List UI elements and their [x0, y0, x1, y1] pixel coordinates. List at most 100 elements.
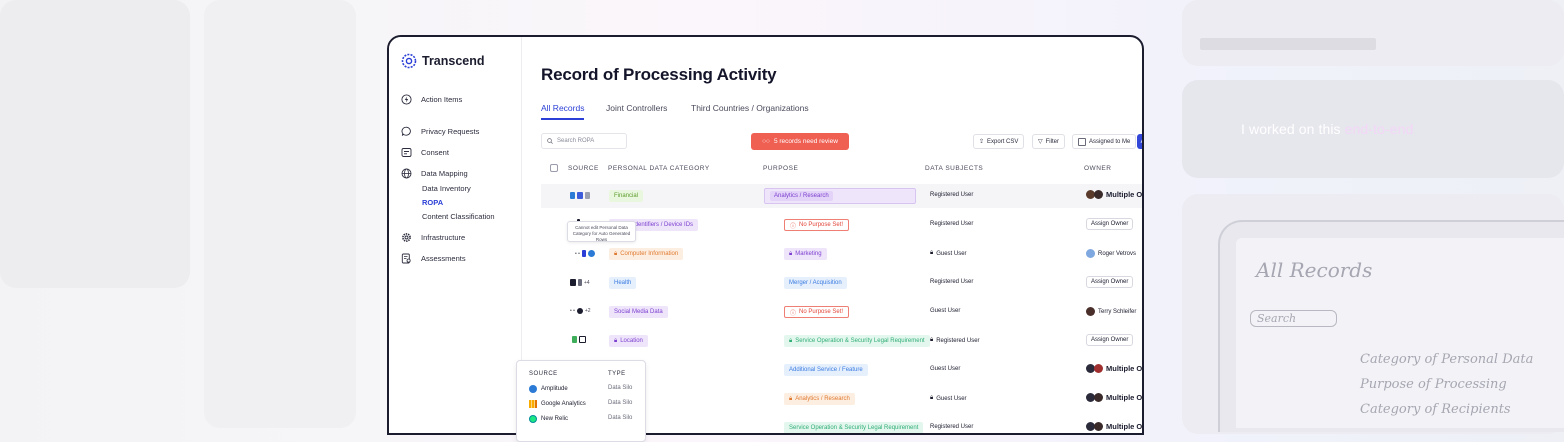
source-icon — [581, 250, 586, 257]
category-badge[interactable]: Financial — [609, 190, 644, 202]
owner-label: Multiple Ov — [1106, 364, 1144, 373]
column-header-purpose[interactable]: PURPOSE — [763, 165, 798, 172]
app-window: Transcend Action Items Privacy Requests … — [387, 35, 1144, 435]
source-icon — [572, 336, 577, 343]
popup-source-type: Data Silo — [608, 415, 633, 421]
search-input[interactable]: Search ROPA — [541, 133, 627, 149]
new-relic-icon — [529, 415, 537, 423]
lock-icon: 🔒︎ — [614, 250, 618, 257]
avatar — [1094, 190, 1103, 199]
chat-icon — [401, 126, 412, 137]
sidebar-subitem-content-classification[interactable]: Content Classification — [422, 212, 495, 221]
purpose-badge[interactable]: Merger / Acquisition — [784, 277, 847, 289]
table-row[interactable]: • • 🔒︎ Computer Information 🔒︎ Marketing 🔒… — [541, 242, 1142, 266]
table-row[interactable]: 🔒︎ Location 🔒︎ Service Operation & Securit… — [541, 329, 1142, 353]
sidebar: Transcend Action Items Privacy Requests … — [389, 37, 522, 433]
popup-header-type: TYPE — [608, 371, 626, 377]
purpose-label: Marketing — [795, 251, 822, 257]
transcend-logo-icon — [401, 53, 417, 69]
assign-owner-button[interactable]: Assign Owner — [1086, 218, 1134, 230]
column-header-category[interactable]: PERSONAL DATA CATEGORY — [608, 165, 710, 172]
assign-owner-button[interactable]: Assign Owner — [1086, 334, 1134, 346]
purpose-badge[interactable]: 🔒︎ Service Operation & Security Legal Req… — [784, 335, 930, 347]
sidebar-item-action-items[interactable]: Action Items — [401, 94, 462, 105]
filter-button[interactable]: ▽ Filter — [1032, 134, 1065, 149]
category-badge[interactable]: 🔒︎ Location — [609, 335, 648, 347]
purpose-badge[interactable]: Service Operation & Security Legal Requi… — [784, 422, 924, 433]
avatar — [1094, 364, 1103, 373]
owner-multiple[interactable]: Multiple Ov — [1086, 393, 1142, 402]
filter-icon: ▽ — [1038, 139, 1043, 145]
tab-third-countries[interactable]: Third Countries / Organizations — [691, 103, 809, 113]
column-header-owner[interactable]: OWNER — [1084, 165, 1111, 172]
sketch-search: Search — [1250, 310, 1338, 327]
sidebar-subitem-ropa[interactable]: ROPA — [422, 198, 443, 207]
purpose-badge[interactable]: 🔒︎ Marketing — [784, 248, 827, 260]
purpose-badge-warning[interactable]: ⓘ No Purpose Set! — [784, 306, 850, 318]
lock-icon: 🔒︎ — [930, 395, 934, 401]
sidebar-subitem-data-inventory[interactable]: Data Inventory — [422, 184, 471, 193]
owner-multiple[interactable]: Multiple Ov — [1086, 190, 1142, 199]
assign-owner-button[interactable]: Assign Owner — [1086, 276, 1134, 288]
sidebar-item-infrastructure[interactable]: Infrastructure — [401, 232, 465, 243]
data-subject: Registered User — [930, 192, 974, 198]
purpose-badge[interactable]: Additional Service / Feature — [784, 364, 868, 376]
data-subject: Guest User — [930, 366, 961, 372]
popup-row-amplitude[interactable]: Amplitude — [529, 385, 568, 393]
source-icons: +4 — [570, 279, 590, 286]
sidebar-item-data-mapping[interactable]: Data Mapping — [401, 168, 468, 179]
active-tab-indicator — [541, 118, 584, 120]
background-bar — [1200, 38, 1376, 50]
apple-icon — [585, 192, 590, 199]
eye-icon: ○○ — [762, 138, 770, 145]
table-row[interactable]: +4 Health Merger / Acquisition Registere… — [541, 271, 1142, 295]
consent-icon — [401, 147, 412, 158]
add-button[interactable]: A — [1137, 134, 1142, 149]
gear-icon — [401, 232, 412, 243]
source-icons: • • +2 — [570, 308, 591, 314]
lock-icon: 🔒︎ — [614, 337, 618, 344]
export-csv-button[interactable]: ⇪ Export CSV — [973, 134, 1025, 149]
assessment-icon — [401, 253, 412, 264]
source-icon — [570, 279, 576, 286]
sidebar-item-privacy-requests[interactable]: Privacy Requests — [401, 126, 479, 137]
assigned-to-me-toggle[interactable]: Assigned to Me — [1072, 134, 1137, 149]
subject-label: Guest User — [936, 395, 967, 402]
background-quote: I worked on this end-to-end — [1241, 121, 1414, 137]
review-records-button[interactable]: ○○ 5 records need review — [751, 133, 849, 150]
category-badge[interactable]: Social Media Data — [609, 306, 668, 318]
category-badge[interactable]: 🔒︎ Computer Information — [609, 248, 684, 260]
popup-source-type: Data Silo — [608, 400, 633, 406]
purpose-badge[interactable]: 🔒︎ Analytics / Research — [784, 393, 855, 405]
tab-all-records[interactable]: All Records — [541, 103, 584, 113]
purpose-badge-warning[interactable]: ⓘ No Purpose Set! — [784, 219, 850, 231]
category-badge[interactable]: Health — [609, 277, 637, 289]
popup-source-name: Google Analytics — [541, 401, 586, 407]
tab-joint-controllers[interactable]: Joint Controllers — [606, 103, 667, 113]
brand-logo[interactable]: Transcend — [401, 53, 485, 69]
popup-source-name: Amplitude — [541, 386, 568, 392]
table-row[interactable]: Financial Analytics / Research Registere… — [541, 184, 1142, 208]
column-header-source[interactable]: SOURCE — [568, 165, 599, 172]
purpose-badge[interactable]: Analytics / Research — [764, 188, 916, 204]
assigned-label: Assigned to Me — [1089, 138, 1131, 145]
owner[interactable]: Terry Schleifer — [1086, 307, 1136, 316]
tooltip-auto-generated: Cannot edit Personal Data Category for A… — [567, 221, 636, 242]
purpose-label: No Purpose Set! — [799, 222, 844, 228]
popup-row-google-analytics[interactable]: Google Analytics — [529, 400, 586, 408]
select-all-checkbox[interactable] — [550, 164, 558, 172]
sidebar-item-assessments[interactable]: Assessments — [401, 253, 466, 264]
popup-header-source: SOURCE — [529, 371, 558, 377]
review-label: 5 records need review — [773, 138, 838, 145]
table-row[interactable]: • • +2 Social Media Data ⓘ No Purpose Set!… — [541, 300, 1142, 324]
popup-row-new-relic[interactable]: New Relic — [529, 415, 568, 423]
owner-multiple[interactable]: Multiple Ov — [1086, 422, 1142, 431]
lock-icon: 🔒︎ — [930, 250, 934, 256]
owner[interactable]: Roger Vetrovs — [1086, 249, 1136, 258]
category-label: Computer Information — [620, 251, 679, 257]
background-panel-right-top — [1182, 0, 1564, 66]
column-header-subjects[interactable]: DATA SUBJECTS — [925, 165, 983, 172]
sidebar-item-consent[interactable]: Consent — [401, 147, 449, 158]
data-subject: 🔒︎ Registered User — [930, 337, 980, 344]
owner-multiple[interactable]: Multiple Ov — [1086, 364, 1144, 373]
